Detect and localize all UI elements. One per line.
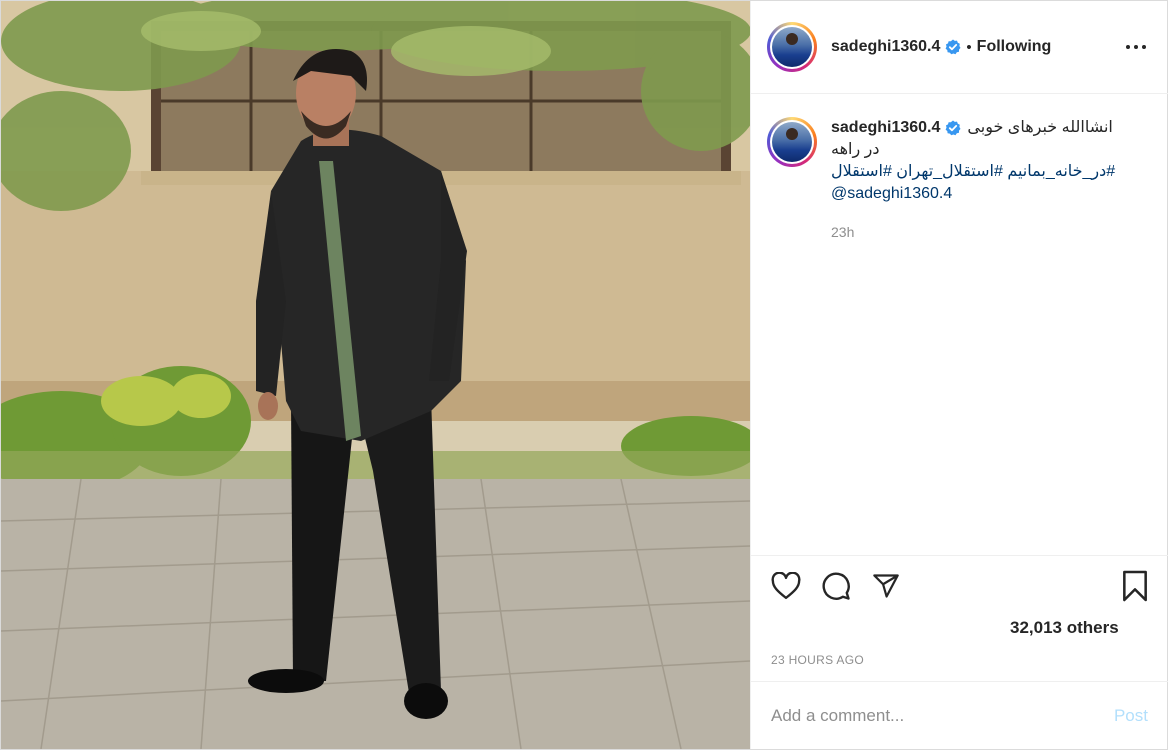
avatar-image [772,27,812,67]
caption-hashtags[interactable]: #در_خانه_بمانیم #استقلال_تهران #استقلال [831,161,1131,183]
comment-box: Post [751,681,1168,749]
post-header: sadeghi1360.4 • Following [751,1,1168,94]
header-username[interactable]: sadeghi1360.4 [831,38,940,56]
caption-text-line2: در راهه [831,141,880,158]
post-timestamp[interactable]: 23 HOURS AGO [771,653,864,667]
actions-section: 32,013 others 23 HOURS AGO [751,555,1168,667]
verified-badge-icon [946,39,961,55]
following-button[interactable]: Following [977,38,1052,56]
bookmark-icon[interactable] [1118,569,1152,603]
caption-body: sadeghi1360.4 انشاالله خبرهای خوبی در را… [831,117,1131,243]
post-photo-illustration [1,1,750,749]
caption-avatar[interactable] [767,117,817,167]
caption-time: 23h [831,224,855,240]
heart-icon[interactable] [769,569,803,603]
more-horizontal-icon[interactable] [1124,37,1148,57]
avatar[interactable] [767,22,817,72]
post-caption: sadeghi1360.4 انشاالله خبرهای خوبی در را… [767,117,1152,243]
likes-count[interactable]: 32,013 others [1010,618,1119,638]
send-icon[interactable] [869,569,903,603]
caption-username[interactable]: sadeghi1360.4 [831,117,940,139]
post-container: sadeghi1360.4 • Following sadeghi1360.4 [0,0,1168,750]
post-photo[interactable] [1,1,750,749]
post-sidebar: sadeghi1360.4 • Following sadeghi1360.4 [750,1,1168,749]
caption-avatar-image [772,122,812,162]
caption-mention[interactable]: @sadeghi1360.4 [831,183,1131,205]
caption-text-line1: انشاالله خبرهای خوبی [967,119,1113,136]
action-bar [751,556,1168,616]
comment-input[interactable] [771,705,1114,726]
comment-icon[interactable] [819,569,853,603]
caption-verified-badge-icon [946,120,961,136]
header-separator: • [966,38,972,56]
post-comment-button[interactable]: Post [1114,706,1148,726]
